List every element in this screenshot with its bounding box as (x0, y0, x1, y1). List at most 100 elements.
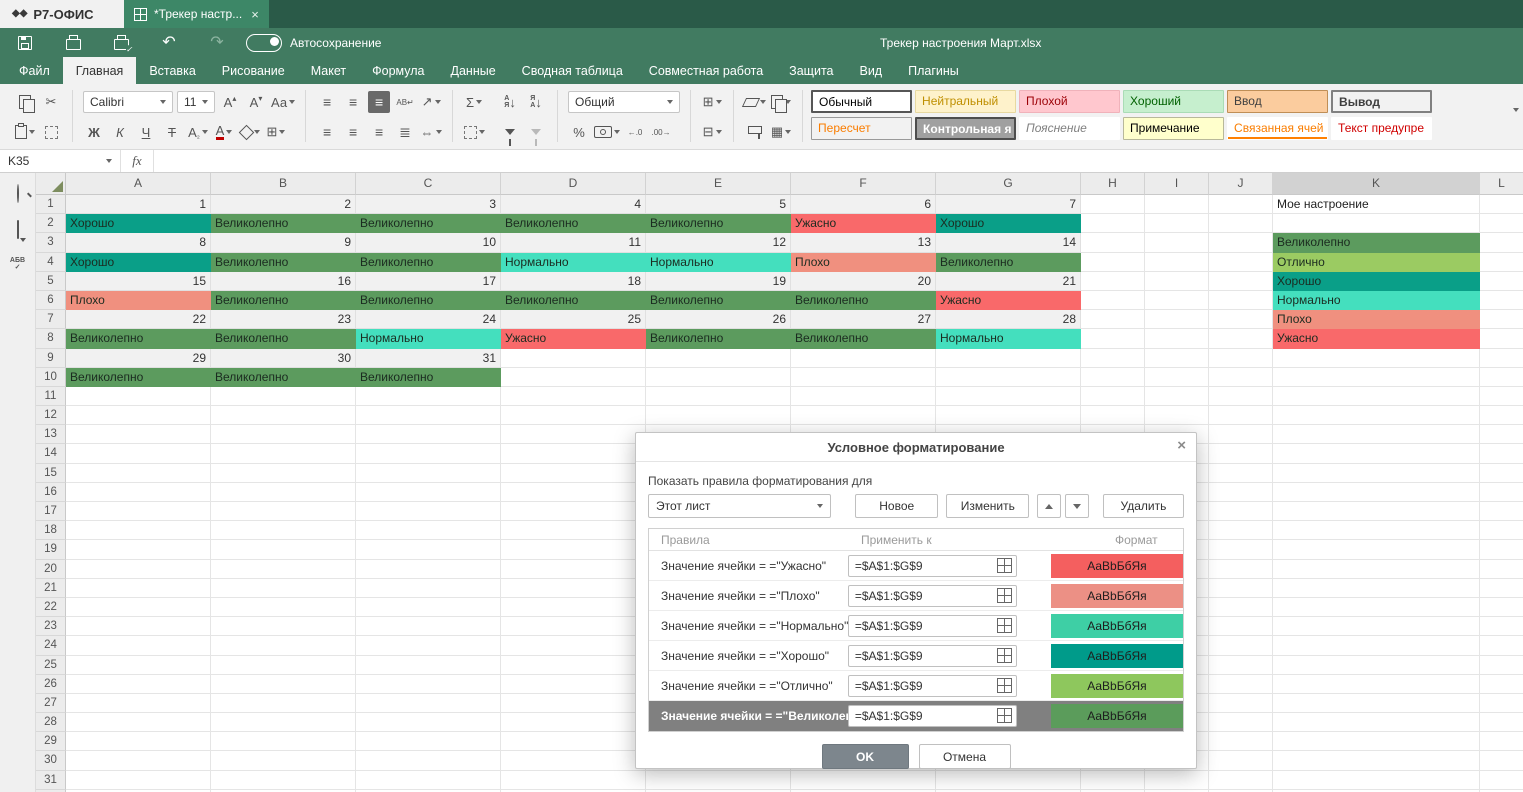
row-header-30[interactable]: 30 (36, 751, 66, 770)
cell-J30[interactable] (1209, 751, 1273, 770)
cell-C30[interactable] (356, 751, 501, 770)
cell-K4[interactable]: Отлично (1273, 253, 1480, 272)
cell-D7[interactable]: 25 (501, 310, 646, 329)
rule-range-input[interactable]: =$A$1:$G$9 (848, 555, 1017, 577)
save-button[interactable] (14, 33, 36, 53)
menu-item-Сводная таблица[interactable]: Сводная таблица (509, 57, 636, 84)
menu-item-Плагины[interactable]: Плагины (895, 57, 972, 84)
cell-D15[interactable] (501, 464, 646, 483)
column-header-H[interactable]: H (1081, 173, 1145, 195)
cell-D11[interactable] (501, 387, 646, 406)
cell-G4[interactable]: Великолепно (936, 253, 1081, 272)
column-header-J[interactable]: J (1209, 173, 1273, 195)
cell-B13[interactable] (211, 425, 356, 444)
cell-E4[interactable]: Нормально (646, 253, 791, 272)
cell-F1[interactable]: 6 (791, 195, 936, 214)
filter-button[interactable] (499, 121, 521, 143)
cell-C9[interactable]: 31 (356, 349, 501, 368)
cell-G9[interactable] (936, 349, 1081, 368)
cancel-button[interactable]: Отмена (919, 744, 1011, 769)
menu-item-Совместная работа[interactable]: Совместная работа (636, 57, 776, 84)
cell-A9[interactable]: 29 (66, 349, 211, 368)
borders-button[interactable]: ⊞ (265, 121, 287, 143)
cell-J5[interactable] (1209, 272, 1273, 291)
cell-B20[interactable] (211, 560, 356, 579)
row-header-16[interactable]: 16 (36, 483, 66, 502)
cell-L27[interactable] (1480, 694, 1523, 713)
cell-G5[interactable]: 21 (936, 272, 1081, 291)
cell-A27[interactable] (66, 694, 211, 713)
row-header-27[interactable]: 27 (36, 694, 66, 713)
menu-item-Защита[interactable]: Защита (776, 57, 846, 84)
cell-D18[interactable] (501, 521, 646, 540)
cell-L28[interactable] (1480, 713, 1523, 732)
cell-A19[interactable] (66, 540, 211, 559)
row-header-10[interactable]: 10 (36, 368, 66, 387)
cell-C18[interactable] (356, 521, 501, 540)
cell-I2[interactable] (1145, 214, 1209, 233)
cell-L1[interactable] (1480, 195, 1523, 214)
search-button[interactable] (17, 185, 19, 203)
cell-J16[interactable] (1209, 483, 1273, 502)
cell-L17[interactable] (1480, 502, 1523, 521)
cell-B12[interactable] (211, 406, 356, 425)
cell-A4[interactable]: Хорошо (66, 253, 211, 272)
cell-C29[interactable] (356, 732, 501, 751)
cell-D8[interactable]: Ужасно (501, 329, 646, 348)
cell-D27[interactable] (501, 694, 646, 713)
cell-H6[interactable] (1081, 291, 1145, 310)
cell-C14[interactable] (356, 444, 501, 463)
align-middle-button[interactable]: ≡ (342, 91, 364, 113)
row-header-13[interactable]: 13 (36, 425, 66, 444)
cell-K28[interactable] (1273, 713, 1480, 732)
conditional-formatting-button[interactable] (770, 91, 792, 113)
cell-style-Связанная ячей[interactable]: Связанная ячей (1227, 117, 1328, 140)
number-format-select[interactable]: Общий (568, 91, 680, 113)
cell-B11[interactable] (211, 387, 356, 406)
row-header-15[interactable]: 15 (36, 464, 66, 483)
cell-F31[interactable] (791, 771, 936, 790)
cell-L21[interactable] (1480, 579, 1523, 598)
merge-cells-button[interactable]: ⇔ (420, 121, 442, 143)
row-header-7[interactable]: 7 (36, 310, 66, 329)
cell-B23[interactable] (211, 617, 356, 636)
column-header-I[interactable]: I (1145, 173, 1209, 195)
cell-F7[interactable]: 27 (791, 310, 936, 329)
row-header-19[interactable]: 19 (36, 540, 66, 559)
cell-K6[interactable]: Нормально (1273, 291, 1480, 310)
rule-range-input[interactable]: =$A$1:$G$9 (848, 615, 1017, 637)
quick-print-button[interactable] (110, 33, 132, 53)
cell-J6[interactable] (1209, 291, 1273, 310)
cell-B4[interactable]: Великолепно (211, 253, 356, 272)
cell-A2[interactable]: Хорошо (66, 214, 211, 233)
cell-D6[interactable]: Великолепно (501, 291, 646, 310)
cell-A15[interactable] (66, 464, 211, 483)
cell-D19[interactable] (501, 540, 646, 559)
menu-item-Вид[interactable]: Вид (846, 57, 895, 84)
cell-J29[interactable] (1209, 732, 1273, 751)
cell-F8[interactable]: Великолепно (791, 329, 936, 348)
column-header-E[interactable]: E (646, 173, 791, 195)
format-rule-row-3[interactable]: Значение ячейки = ="Нормально"=$A$1:$G$9… (649, 611, 1183, 641)
cell-A29[interactable] (66, 732, 211, 751)
cell-F12[interactable] (791, 406, 936, 425)
cell-K13[interactable] (1273, 425, 1480, 444)
cell-C23[interactable] (356, 617, 501, 636)
cell-D31[interactable] (501, 771, 646, 790)
cell-E10[interactable] (646, 368, 791, 387)
cell-style-Контрольная я[interactable]: Контрольная я (915, 117, 1016, 140)
cell-A30[interactable] (66, 751, 211, 770)
cell-style-Ввод[interactable]: Ввод (1227, 90, 1328, 113)
cell-K24[interactable] (1273, 636, 1480, 655)
cell-J15[interactable] (1209, 464, 1273, 483)
cell-H12[interactable] (1081, 406, 1145, 425)
cell-A17[interactable] (66, 502, 211, 521)
cell-C28[interactable] (356, 713, 501, 732)
cell-L4[interactable] (1480, 253, 1523, 272)
cell-D10[interactable] (501, 368, 646, 387)
row-header-25[interactable]: 25 (36, 656, 66, 675)
format-rule-row-2[interactable]: Значение ячейки = ="Плохо"=$A$1:$G$9АаВb… (649, 581, 1183, 611)
comments-button[interactable] (17, 221, 19, 239)
cell-I3[interactable] (1145, 233, 1209, 252)
cell-I9[interactable] (1145, 349, 1209, 368)
